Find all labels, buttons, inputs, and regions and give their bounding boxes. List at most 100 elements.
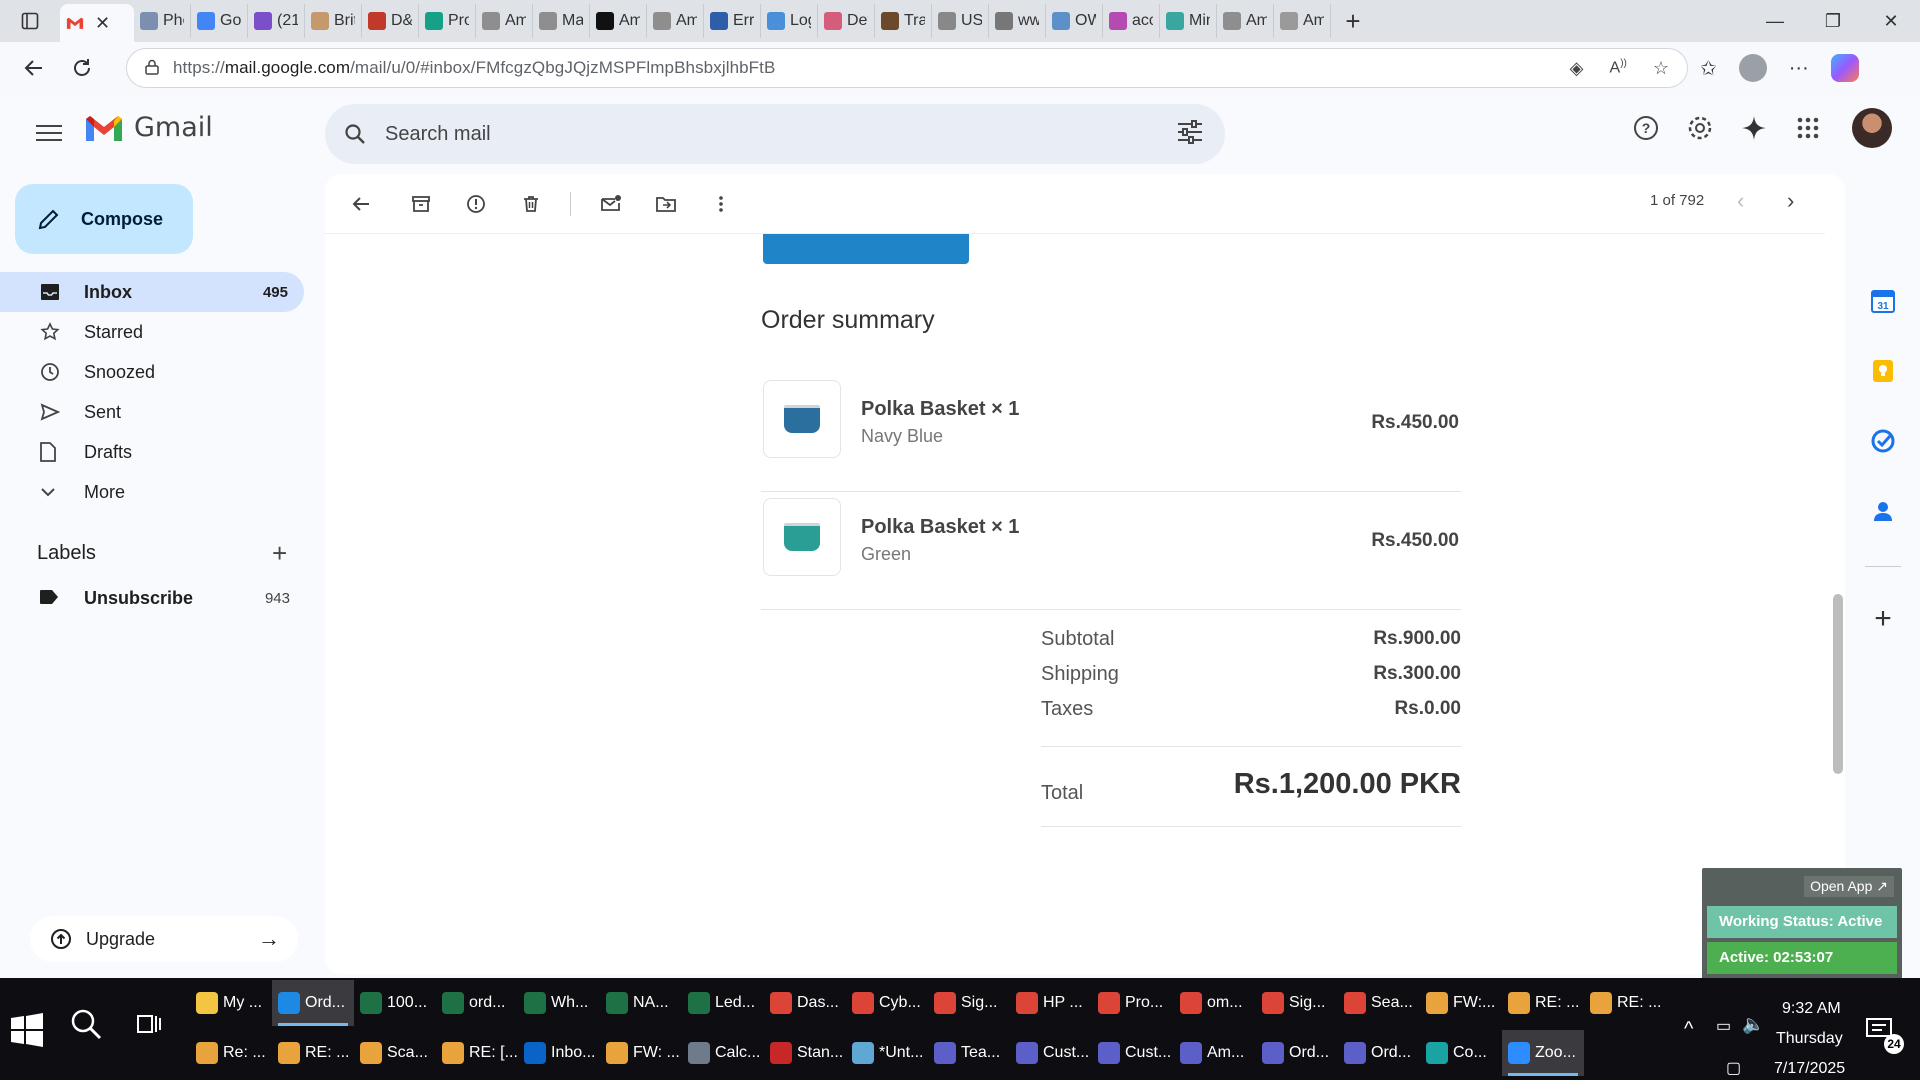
browser-tab[interactable]: Man: [533, 4, 590, 38]
close-window-button[interactable]: ✕: [1862, 0, 1920, 42]
taskbar-window-button[interactable]: Zoo...: [1502, 1030, 1584, 1076]
compose-button[interactable]: Compose: [15, 184, 193, 254]
taskbar-window-button[interactable]: Ord...: [1256, 1030, 1338, 1076]
tab-actions-button[interactable]: [0, 0, 60, 42]
taskbar-window-button[interactable]: Sca...: [354, 1030, 436, 1076]
notification-center-button[interactable]: 24: [1866, 1018, 1904, 1054]
tasks-icon[interactable]: [1870, 428, 1896, 454]
more-options-button[interactable]: [693, 184, 748, 224]
browser-tab[interactable]: Ama: [590, 4, 647, 38]
browser-tab[interactable]: Deta: [818, 4, 875, 38]
taskbar-window-button[interactable]: 100...: [354, 980, 436, 1026]
start-button[interactable]: [10, 1010, 50, 1050]
close-tab-icon[interactable]: ✕: [95, 13, 110, 34]
sidebar-item-sent[interactable]: Sent: [0, 392, 305, 432]
taskbar-window-button[interactable]: Pro...: [1092, 980, 1174, 1026]
browser-tab[interactable]: Min: [1160, 4, 1217, 38]
taskbar-window-button[interactable]: NA...: [600, 980, 682, 1026]
taskbar-window-button[interactable]: FW: ...: [600, 1030, 682, 1076]
taskbar-window-button[interactable]: Tea...: [928, 1030, 1010, 1076]
taskbar-window-button[interactable]: Led...: [682, 980, 764, 1026]
clock-time[interactable]: 9:32 AM: [1782, 1000, 1841, 1018]
keep-icon[interactable]: [1870, 358, 1896, 384]
taskbar-window-button[interactable]: Sig...: [928, 980, 1010, 1026]
taskbar-window-button[interactable]: Calc...: [682, 1030, 764, 1076]
new-tab-button[interactable]: +: [1331, 6, 1375, 37]
search-bar[interactable]: Search mail: [325, 104, 1225, 164]
browser-tab[interactable]: USP: [932, 4, 989, 38]
taskbar-window-button[interactable]: Co...: [1420, 1030, 1502, 1076]
clock-date[interactable]: 7/17/2025: [1774, 1060, 1845, 1078]
label-item-unsubscribe[interactable]: Unsubscribe 943: [40, 588, 300, 609]
taskbar-window-button[interactable]: RE: [...: [436, 1030, 518, 1076]
taskbar-window-button[interactable]: Wh...: [518, 980, 600, 1026]
search-icon[interactable]: [325, 123, 385, 145]
account-avatar[interactable]: [1852, 108, 1892, 148]
taskbar-window-button[interactable]: HP ...: [1010, 980, 1092, 1026]
taskbar-window-button[interactable]: Cyb...: [846, 980, 928, 1026]
get-addons-plus-icon[interactable]: +: [1870, 602, 1896, 635]
gmail-logo[interactable]: Gmail: [84, 112, 213, 143]
copilot-icon[interactable]: [1830, 54, 1859, 82]
taskbar-window-button[interactable]: Inbo...: [518, 1030, 600, 1076]
browser-tab[interactable]: Ama: [476, 4, 533, 38]
browser-tab[interactable]: Goo: [191, 4, 248, 38]
taskbar-window-button[interactable]: Ord...: [272, 980, 354, 1026]
add-label-button[interactable]: +: [272, 538, 287, 569]
task-view-icon[interactable]: [136, 1010, 162, 1043]
main-menu-icon[interactable]: [36, 120, 62, 146]
battery-icon[interactable]: ▭: [1716, 1016, 1731, 1036]
taskbar-window-button[interactable]: RE: ...: [1584, 980, 1666, 1026]
browser-tab[interactable]: Britis: [305, 4, 362, 38]
mark-unread-button[interactable]: [583, 184, 638, 224]
taskbar-window-button[interactable]: Cust...: [1092, 1030, 1174, 1076]
taskbar-window-button[interactable]: *Unt...: [846, 1030, 928, 1076]
browser-tab[interactable]: ✕: [60, 4, 134, 42]
settings-gear-icon[interactable]: [1684, 112, 1716, 144]
profile-avatar[interactable]: [1738, 54, 1767, 82]
taskbar-window-button[interactable]: My ...: [190, 980, 272, 1026]
taskbar-window-button[interactable]: Das...: [764, 980, 846, 1026]
sidebar-item-inbox[interactable]: Inbox 495: [0, 272, 304, 312]
browser-tab[interactable]: Ama: [1274, 4, 1331, 38]
scrollbar-thumb[interactable]: [1833, 594, 1843, 774]
browser-tab[interactable]: www: [989, 4, 1046, 38]
tracking-prevention-icon[interactable]: ◈: [1570, 58, 1584, 79]
search-options-icon[interactable]: [1177, 120, 1203, 149]
browser-tab[interactable]: Log: [761, 4, 818, 38]
more-menu-icon[interactable]: ···: [1789, 57, 1809, 80]
sidebar-item-snoozed[interactable]: Snoozed: [0, 352, 305, 392]
taskbar-search-icon[interactable]: [70, 1008, 102, 1048]
upgrade-button[interactable]: Upgrade →: [30, 916, 298, 962]
desktop-icon[interactable]: ▢: [1726, 1058, 1741, 1078]
back-button[interactable]: [10, 44, 58, 92]
browser-tab[interactable]: Ama: [647, 4, 704, 38]
clock-day[interactable]: Thursday: [1776, 1030, 1843, 1048]
taskbar-window-button[interactable]: Stan...: [764, 1030, 846, 1076]
back-to-inbox-button[interactable]: [333, 184, 388, 224]
taskbar-window-button[interactable]: Ord...: [1338, 1030, 1420, 1076]
open-app-button[interactable]: Open App ↗: [1804, 876, 1894, 897]
google-apps-icon[interactable]: [1792, 112, 1824, 144]
search-input[interactable]: Search mail: [385, 123, 491, 146]
taskbar-window-button[interactable]: om...: [1174, 980, 1256, 1026]
sidebar-item-starred[interactable]: Starred: [0, 312, 305, 352]
browser-tab[interactable]: Ama: [1217, 4, 1274, 38]
read-aloud-icon[interactable]: A)): [1610, 58, 1627, 77]
browser-tab[interactable]: Trac: [875, 4, 932, 38]
sidebar-item-more[interactable]: More: [0, 472, 305, 512]
minimize-button[interactable]: —: [1746, 0, 1804, 42]
browser-tab[interactable]: Phot: [134, 4, 191, 38]
browser-tab[interactable]: D&H: [362, 4, 419, 38]
url-field[interactable]: https://mail.google.com/mail/u/0/#inbox/…: [126, 48, 1688, 88]
browser-tab[interactable]: acco: [1103, 4, 1160, 38]
browser-tab[interactable]: (217: [248, 4, 305, 38]
taskbar-window-button[interactable]: Sea...: [1338, 980, 1420, 1026]
browser-tab[interactable]: Proc: [419, 4, 476, 38]
delete-button[interactable]: [503, 184, 558, 224]
taskbar-window-button[interactable]: Re: ...: [190, 1030, 272, 1076]
taskbar-window-button[interactable]: FW:...: [1420, 980, 1502, 1026]
report-spam-button[interactable]: [448, 184, 503, 224]
taskbar-window-button[interactable]: RE: ...: [272, 1030, 354, 1076]
gemini-sparkle-icon[interactable]: [1738, 112, 1770, 144]
